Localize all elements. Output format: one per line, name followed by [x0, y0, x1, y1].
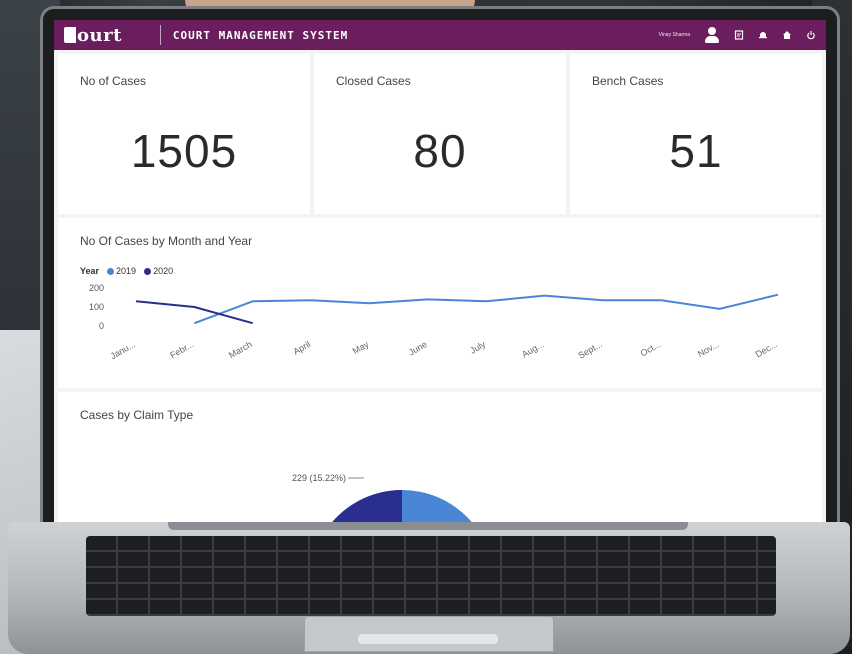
laptop-front-lip — [358, 634, 498, 644]
x-tick-label: Febr... — [168, 339, 195, 360]
kpi-label: Closed Cases — [336, 74, 411, 88]
x-tick-label: Sept... — [576, 339, 604, 361]
keyboard — [86, 536, 776, 616]
user-icon[interactable] — [704, 27, 720, 43]
x-tick-label: Nov... — [696, 339, 721, 359]
app-header: ourt COURT MANAGEMENT SYSTEM Vinay Sharm… — [54, 20, 826, 50]
x-tick-label: Oct... — [639, 339, 663, 358]
pie-chart-card[interactable]: Cases by Claim Type 229 (15.22%) — [58, 392, 822, 522]
kpi-value: 51 — [669, 125, 723, 177]
x-tick-label: May — [351, 339, 371, 356]
y-tick-label: 100 — [89, 302, 104, 312]
series-line-2020 — [135, 300, 253, 325]
x-tick-label: June — [407, 339, 429, 357]
user-name[interactable]: Vinay Sharma — [659, 32, 690, 38]
y-tick-label: 0 — [99, 321, 104, 331]
app-logo[interactable]: ourt — [64, 25, 122, 46]
pie-slice-229 — [332, 490, 402, 522]
x-tick-label: Janu... — [109, 339, 137, 361]
pie-data-label: 229 (15.22%) — [292, 473, 346, 483]
pie-chart-plot: 229 (15.22%) — [292, 473, 472, 522]
logo-mark-icon — [64, 27, 76, 43]
bell-icon[interactable] — [758, 30, 768, 40]
kpi-row: No of Cases 1505 Closed Cases 80 Bench C… — [54, 50, 826, 214]
kpi-value: 80 — [413, 125, 467, 177]
x-tick-label: March — [227, 339, 254, 360]
y-tick-label: 200 — [89, 283, 104, 293]
line-chart-card[interactable]: No Of Cases by Month and Year Year 2019 … — [58, 218, 822, 388]
kpi-card-closed[interactable]: Closed Cases 80 — [314, 54, 566, 214]
power-icon[interactable] — [806, 30, 816, 40]
x-tick-label: July — [468, 339, 487, 356]
home-icon[interactable] — [782, 30, 792, 40]
x-tick-label: Aug... — [520, 339, 545, 359]
line-chart-plot: 0 100 200 Janu... Febr... March April May June Ju… — [89, 283, 779, 361]
kpi-card-bench[interactable]: Bench Cases 51 — [570, 54, 822, 214]
kpi-value: 1505 — [130, 125, 238, 177]
logo-text: ourt — [77, 24, 122, 46]
x-tick-label: April — [291, 339, 312, 357]
header-actions: Vinay Sharma — [659, 27, 816, 43]
x-tick-label: Dec... — [754, 339, 779, 359]
laptop-hinge — [168, 522, 688, 530]
laptop-screen: ourt COURT MANAGEMENT SYSTEM Vinay Sharm… — [54, 20, 826, 522]
laptop-base — [8, 522, 850, 654]
document-icon[interactable] — [734, 30, 744, 40]
kpi-card-cases[interactable]: No of Cases 1505 — [58, 54, 310, 214]
app-title: COURT MANAGEMENT SYSTEM — [172, 28, 349, 42]
series-line-2019 — [194, 293, 779, 325]
header-divider — [159, 25, 161, 45]
kpi-label: Bench Cases — [592, 74, 664, 88]
kpi-label: No of Cases — [80, 74, 147, 88]
